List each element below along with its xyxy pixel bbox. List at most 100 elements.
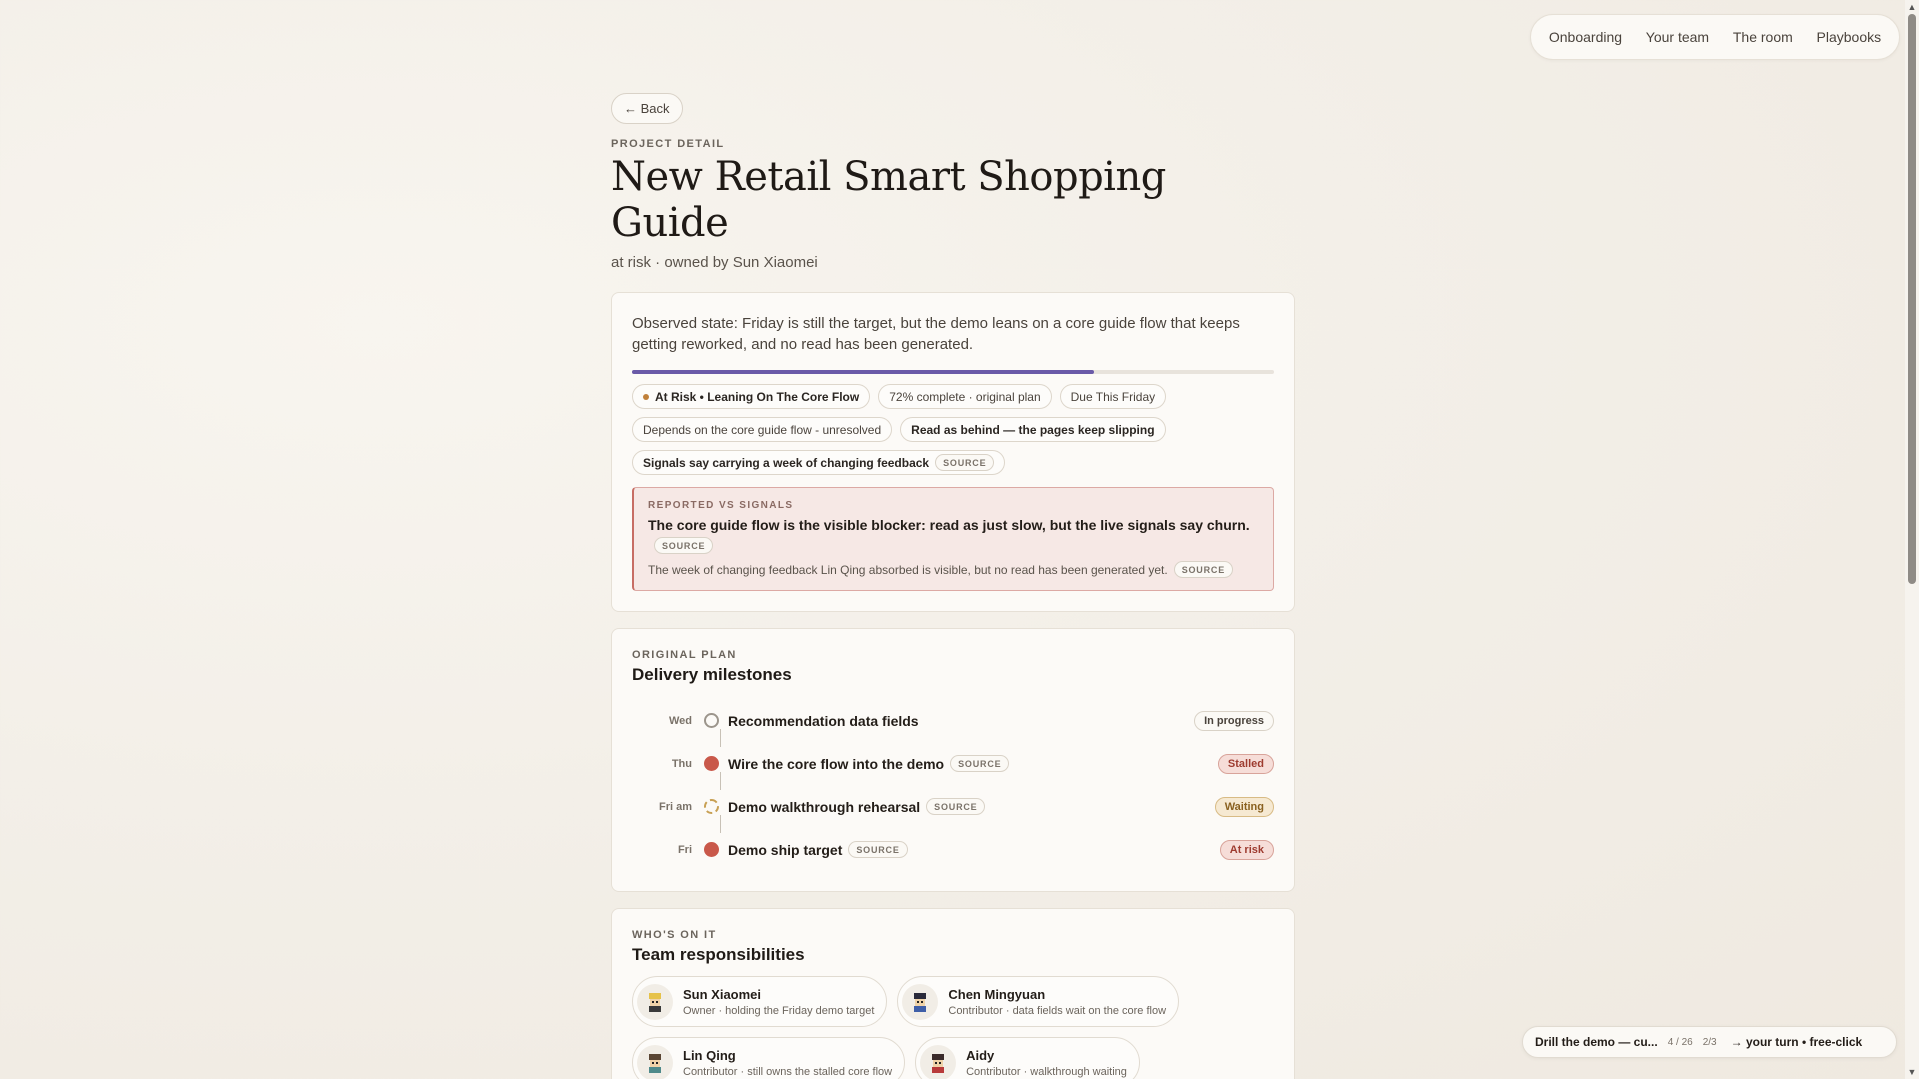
avatar [637, 983, 673, 1020]
milestone-marker [700, 756, 722, 771]
chip-signals: Signals say carrying a week of changing … [632, 450, 1006, 475]
team-card: WHO'S ON IT Team responsibilities Sun Xi… [611, 908, 1295, 1079]
back-button[interactable]: ← Back [611, 93, 683, 124]
source-button[interactable]: SOURCE [926, 798, 986, 815]
person-card[interactable]: Sun Xiaomei Owner · holding the Friday d… [632, 976, 888, 1027]
person-info: Aidy Contributor · walkthrough waiting [966, 1048, 1127, 1078]
person-info: Lin Qing Contributor · still owns the st… [683, 1048, 892, 1078]
alert-headline: The core guide flow is the visible block… [648, 517, 1250, 533]
milestones-eyebrow: ORIGINAL PLAN [632, 649, 737, 661]
milestone-label-wrap: Wire the core flow into the demo SOURCE [722, 755, 1218, 772]
progress-fill [632, 370, 1095, 374]
milestone-status: Waiting [1214, 796, 1274, 817]
chip-complete: 72% complete · original plan [878, 384, 1052, 409]
milestone-marker [700, 713, 722, 728]
red-dot-icon [703, 756, 719, 771]
source-button[interactable]: SOURCE [654, 537, 714, 554]
milestone-status: In progress [1194, 710, 1274, 731]
milestones-card: ORIGINAL PLAN Delivery milestones Wed Re… [611, 628, 1295, 892]
nav-playbooks[interactable]: Playbooks [1809, 23, 1890, 51]
person-name: Sun Xiaomei [683, 986, 762, 1002]
milestone-timeline: Wed Recommendation data fields In progre… [632, 699, 1274, 871]
milestone-label: Demo ship target [728, 841, 843, 858]
alert-detail: The week of changing feedback Lin Qing a… [648, 561, 1259, 578]
nav-the-room[interactable]: The room [1725, 23, 1801, 51]
milestone-marker [700, 842, 722, 857]
milestone-label-wrap: Recommendation data fields [722, 713, 1194, 729]
milestone-label-wrap: Demo walkthrough rehearsal SOURCE [722, 798, 1215, 815]
status-dot-icon [643, 393, 649, 400]
milestone-label: Wire the core flow into the demo [728, 755, 945, 772]
person-role: Contributor · data fields wait on the co… [948, 1004, 1167, 1017]
milestone-marker [700, 799, 722, 814]
milestone-day: Fri am [658, 800, 692, 813]
toast-action[interactable]: → your turn • free-click [1731, 1035, 1863, 1049]
dashed-circle-icon [703, 799, 719, 814]
chip-due: Due This Friday [1059, 384, 1167, 409]
progress-bar [632, 370, 1274, 374]
scroll-up-icon[interactable]: ▲ [1907, 2, 1917, 12]
milestone-row[interactable]: Fri Demo ship target SOURCE At risk [632, 828, 1274, 871]
pixel-avatar-icon [932, 1053, 945, 1073]
page-title: New Retail Smart Shopping Guide [611, 154, 1166, 246]
milestone-status: Stalled [1217, 753, 1274, 774]
toast-title: Drill the demo — cu... [1535, 1035, 1658, 1049]
milestone-status: At risk [1219, 839, 1274, 860]
pixel-avatar-icon [914, 992, 927, 1012]
milestone-day: Fri [677, 843, 692, 856]
top-nav: Onboarding Your team The room Playbooks [1530, 14, 1900, 60]
pixel-avatar-icon [649, 1053, 661, 1073]
team-list: Sun Xiaomei Owner · holding the Friday d… [632, 976, 1274, 1079]
person-name: Lin Qing [683, 1047, 736, 1063]
team-eyebrow: WHO'S ON IT [632, 929, 717, 941]
chip-label: Signals say carrying a week of changing … [643, 455, 930, 470]
red-dot-icon [703, 842, 719, 857]
milestone-row[interactable]: Thu Wire the core flow into the demo SOU… [632, 742, 1274, 785]
avatar [902, 983, 939, 1020]
open-circle-icon [703, 713, 719, 728]
pixel-avatar-icon [649, 992, 661, 1012]
nav-onboarding[interactable]: Onboarding [1541, 23, 1630, 51]
source-button[interactable]: SOURCE [848, 841, 908, 858]
milestone-row[interactable]: Fri am Demo walkthrough rehearsal SOURCE… [632, 785, 1274, 828]
alert-detail-text: The week of changing feedback Lin Qing a… [648, 562, 1168, 577]
team-title: Team responsibilities [632, 945, 805, 964]
nav-your-team[interactable]: Your team [1638, 23, 1717, 51]
chip-read-behind: Read as behind — the pages keep slipping [900, 417, 1166, 442]
person-role: Contributor · walkthrough waiting [966, 1065, 1127, 1078]
milestone-day: Thu [671, 757, 692, 770]
person-role: Owner · holding the Friday demo target [683, 1004, 875, 1017]
source-button[interactable]: SOURCE [1173, 561, 1233, 578]
milestone-row[interactable]: Wed Recommendation data fields In progre… [632, 699, 1274, 742]
toast-count: 4 / 26 [1667, 1036, 1693, 1048]
page-scrollbar[interactable]: ▲ ▼ [1905, 0, 1919, 1079]
source-button[interactable]: SOURCE [950, 755, 1010, 772]
chip-at-risk: At Risk • Leaning On The Core Flow [632, 384, 871, 409]
timeline-connector [720, 729, 721, 747]
observed-state: Observed state: Friday is still the targ… [632, 315, 1240, 353]
person-card[interactable]: Lin Qing Contributor · still owns the st… [632, 1037, 906, 1079]
milestone-label: Recommendation data fields [728, 712, 919, 729]
page-subtitle: at risk · owned by Sun Xiaomei [611, 254, 818, 271]
person-info: Sun Xiaomei Owner · holding the Friday d… [683, 987, 874, 1017]
person-card[interactable]: Chen Mingyuan Contributor · data fields … [897, 976, 1180, 1027]
avatar [637, 1044, 673, 1079]
page-eyebrow: PROJECT DETAIL [611, 138, 725, 150]
milestone-day: Wed [668, 714, 692, 727]
person-name: Chen Mingyuan [948, 986, 1046, 1002]
alert-eyebrow: REPORTED VS SIGNALS [648, 500, 794, 511]
source-button[interactable]: SOURCE [935, 454, 995, 471]
timeline-connector [720, 815, 721, 833]
avatar [920, 1044, 957, 1079]
scroll-down-icon[interactable]: ▼ [1907, 1067, 1917, 1077]
playbook-step-toast[interactable]: Drill the demo — cu... 4 / 26 2/3 → your… [1522, 1026, 1897, 1058]
person-name: Aidy [966, 1047, 995, 1063]
person-role: Contributor · still owns the stalled cor… [683, 1065, 893, 1078]
chip-depends: Depends on the core guide flow - unresol… [632, 417, 893, 442]
toast-step: 2/3 [1702, 1036, 1717, 1048]
status-card: Observed state: Friday is still the targ… [611, 292, 1295, 612]
person-card[interactable]: Aidy Contributor · walkthrough waiting [915, 1037, 1140, 1079]
reported-vs-signals-alert: REPORTED VS SIGNALS The core guide flow … [632, 487, 1274, 591]
milestone-label-wrap: Demo ship target SOURCE [722, 841, 1220, 858]
scrollbar-thumb[interactable] [1908, 14, 1916, 584]
